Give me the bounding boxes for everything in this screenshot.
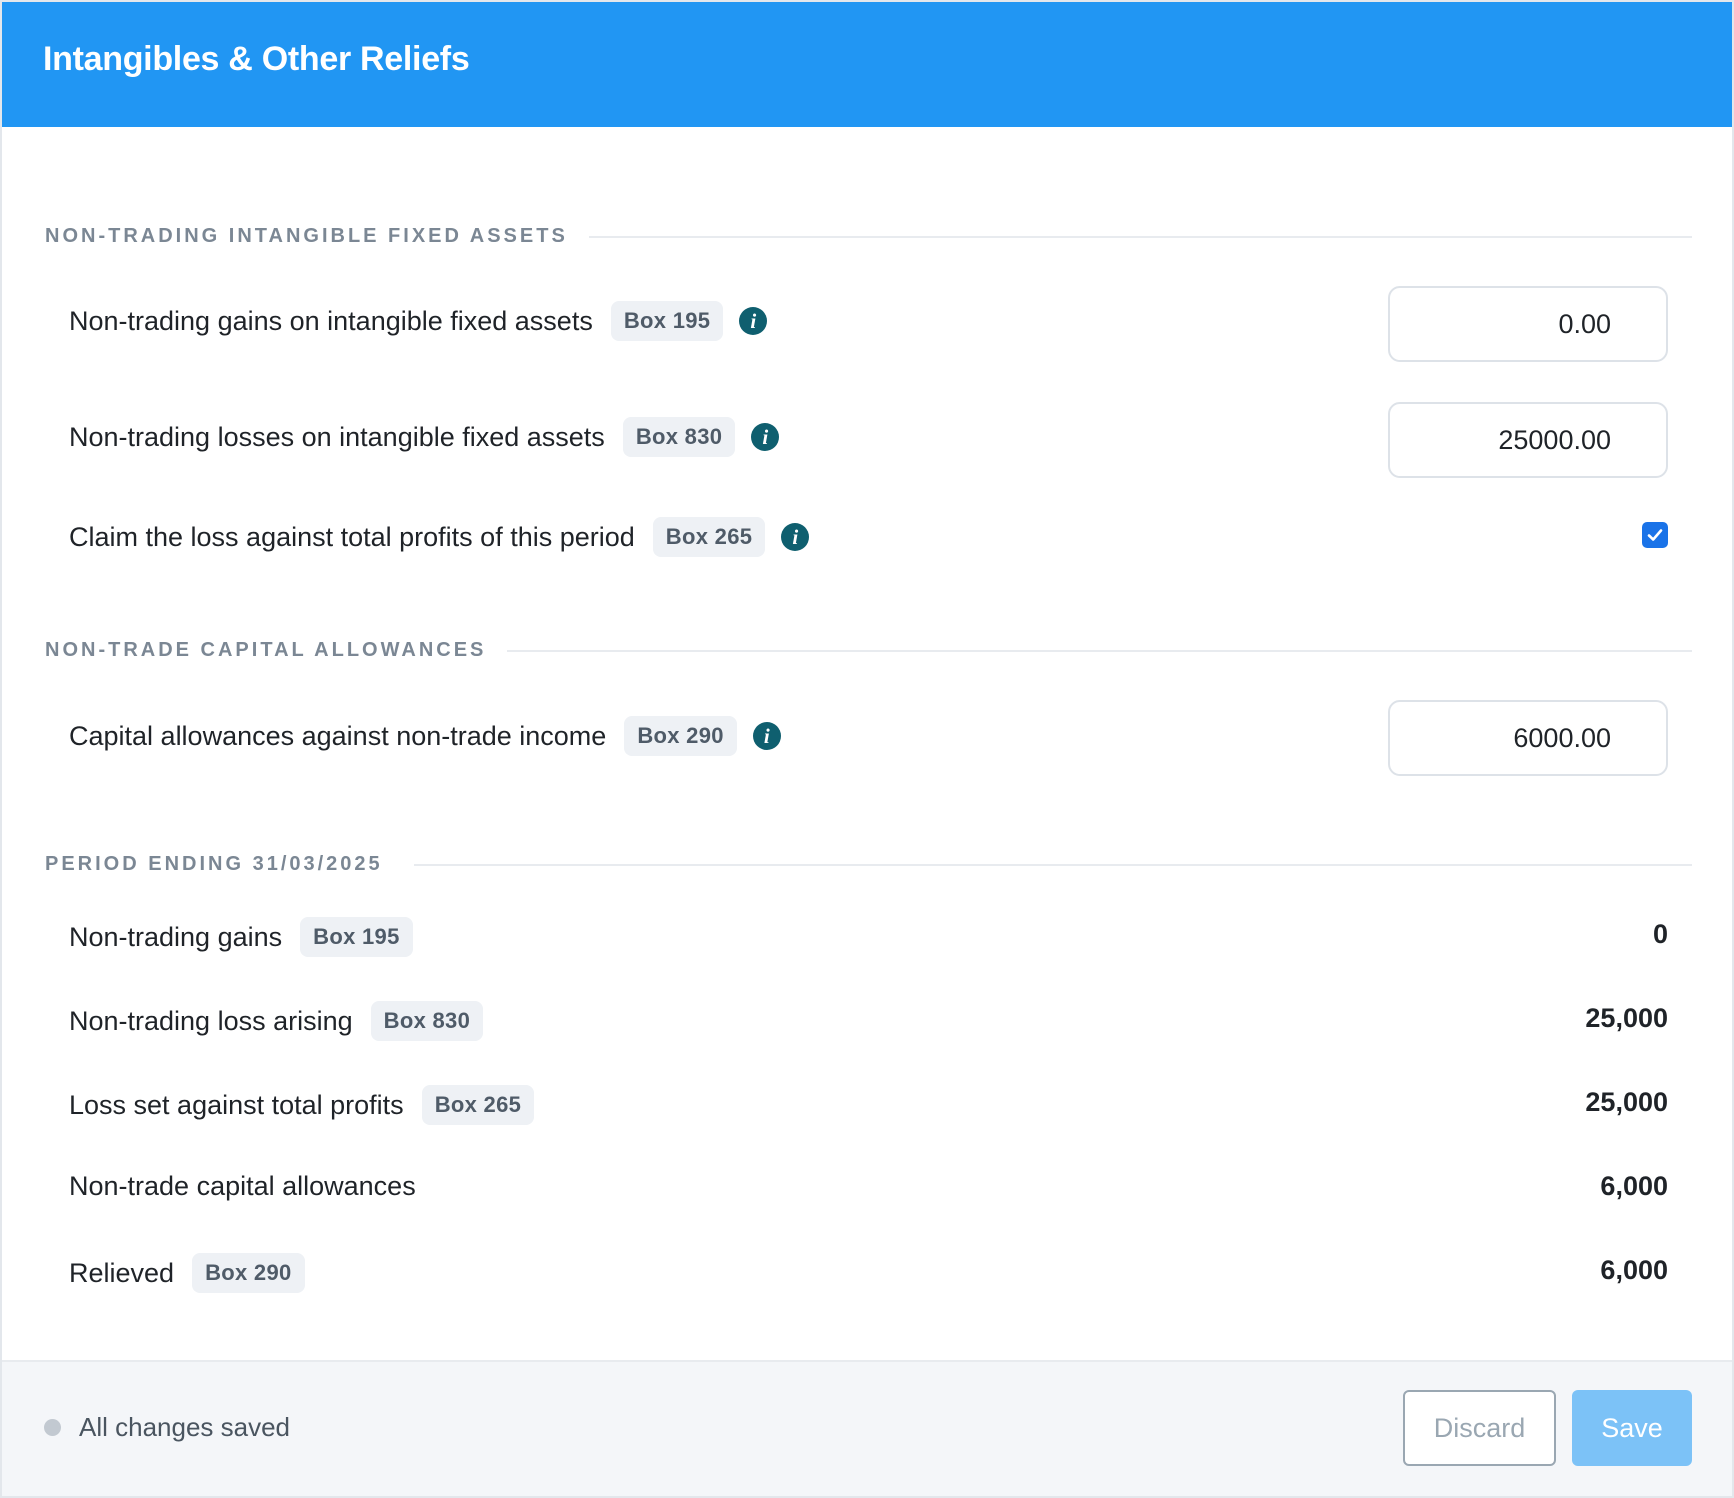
box-badge: Box 265: [652, 517, 766, 557]
box-badge: Box 290: [624, 716, 737, 756]
section-divider: [414, 864, 1692, 866]
summary-value-gains: 0: [1652, 919, 1668, 949]
section-title-capital: NON-TRADE CAPITAL ALLOWANCES: [45, 639, 487, 661]
section-title-intangibles: NON-TRADING INTANGIBLE FIXED ASSETS: [45, 225, 568, 247]
save-button[interactable]: Save: [1572, 1390, 1692, 1466]
claim-loss-checkbox[interactable]: [1642, 522, 1668, 548]
page-title: Intangibles & Other Reliefs: [43, 40, 470, 78]
info-icon[interactable]: i: [752, 722, 781, 750]
summary-value-loss-arising: 25,000: [1585, 1003, 1668, 1033]
row-label: Capital allowances against non-trade inc…: [69, 720, 607, 751]
panel-header: Intangibles & Other Reliefs: [2, 2, 1732, 127]
row-gains-intangibles: Non-trading gains on intangible fixed as…: [69, 301, 768, 341]
row-label: Loss set against total profits: [69, 1089, 404, 1120]
row-label: Non-trading loss arising: [69, 1005, 353, 1036]
box-badge: Box 290: [192, 1253, 305, 1293]
section-divider: [589, 236, 1692, 238]
summary-value-loss-set: 25,000: [1585, 1087, 1668, 1117]
row-losses-intangibles: Non-trading losses on intangible fixed a…: [69, 417, 780, 457]
info-icon[interactable]: i: [739, 307, 768, 335]
summary-row-loss-arising: Non-trading loss arising Box 830: [69, 1001, 484, 1041]
row-label: Non-trading gains: [69, 921, 283, 952]
summary-value-relieved: 6,000: [1600, 1255, 1668, 1285]
save-status-text: All changes saved: [79, 1412, 291, 1442]
gains-intangibles-input[interactable]: [1388, 286, 1668, 362]
box-badge: Box 195: [610, 301, 724, 341]
summary-value-capital-allowances: 6,000: [1600, 1171, 1668, 1201]
summary-row-relieved: Relieved Box 290: [69, 1253, 305, 1293]
save-status: All changes saved: [44, 1412, 290, 1443]
section-divider: [507, 650, 1692, 652]
box-badge: Box 830: [370, 1001, 484, 1041]
row-label: Non-trading gains on intangible fixed as…: [69, 305, 593, 336]
info-icon[interactable]: i: [781, 523, 810, 551]
row-capital-allowances: Capital allowances against non-trade inc…: [69, 716, 781, 756]
box-badge: Box 265: [421, 1085, 535, 1125]
summary-row-capital-allowances: Non-trade capital allowances: [69, 1171, 416, 1202]
status-dot-icon: [44, 1419, 61, 1436]
row-label: Relieved: [69, 1257, 175, 1288]
capital-allowances-input[interactable]: [1388, 700, 1668, 776]
box-badge: Box 830: [622, 417, 736, 457]
row-label: Non-trade capital allowances: [69, 1171, 416, 1201]
info-icon[interactable]: i: [751, 423, 780, 451]
losses-intangibles-input[interactable]: [1388, 402, 1668, 478]
row-claim-loss: Claim the loss against total profits of …: [69, 517, 810, 557]
panel-footer: All changes saved Discard Save: [2, 1360, 1732, 1496]
box-badge: Box 195: [300, 917, 413, 957]
summary-row-loss-set: Loss set against total profits Box 265: [69, 1085, 535, 1125]
reliefs-panel: Intangibles & Other Reliefs NON-TRADING …: [0, 0, 1734, 1498]
row-label: Claim the loss against total profits of …: [69, 521, 635, 552]
summary-row-gains: Non-trading gains Box 195: [69, 917, 413, 957]
row-label: Non-trading losses on intangible fixed a…: [69, 421, 605, 452]
checkmark-icon: [1647, 529, 1663, 541]
discard-button[interactable]: Discard: [1403, 1390, 1556, 1466]
section-title-period: PERIOD ENDING 31/03/2025: [45, 853, 383, 875]
